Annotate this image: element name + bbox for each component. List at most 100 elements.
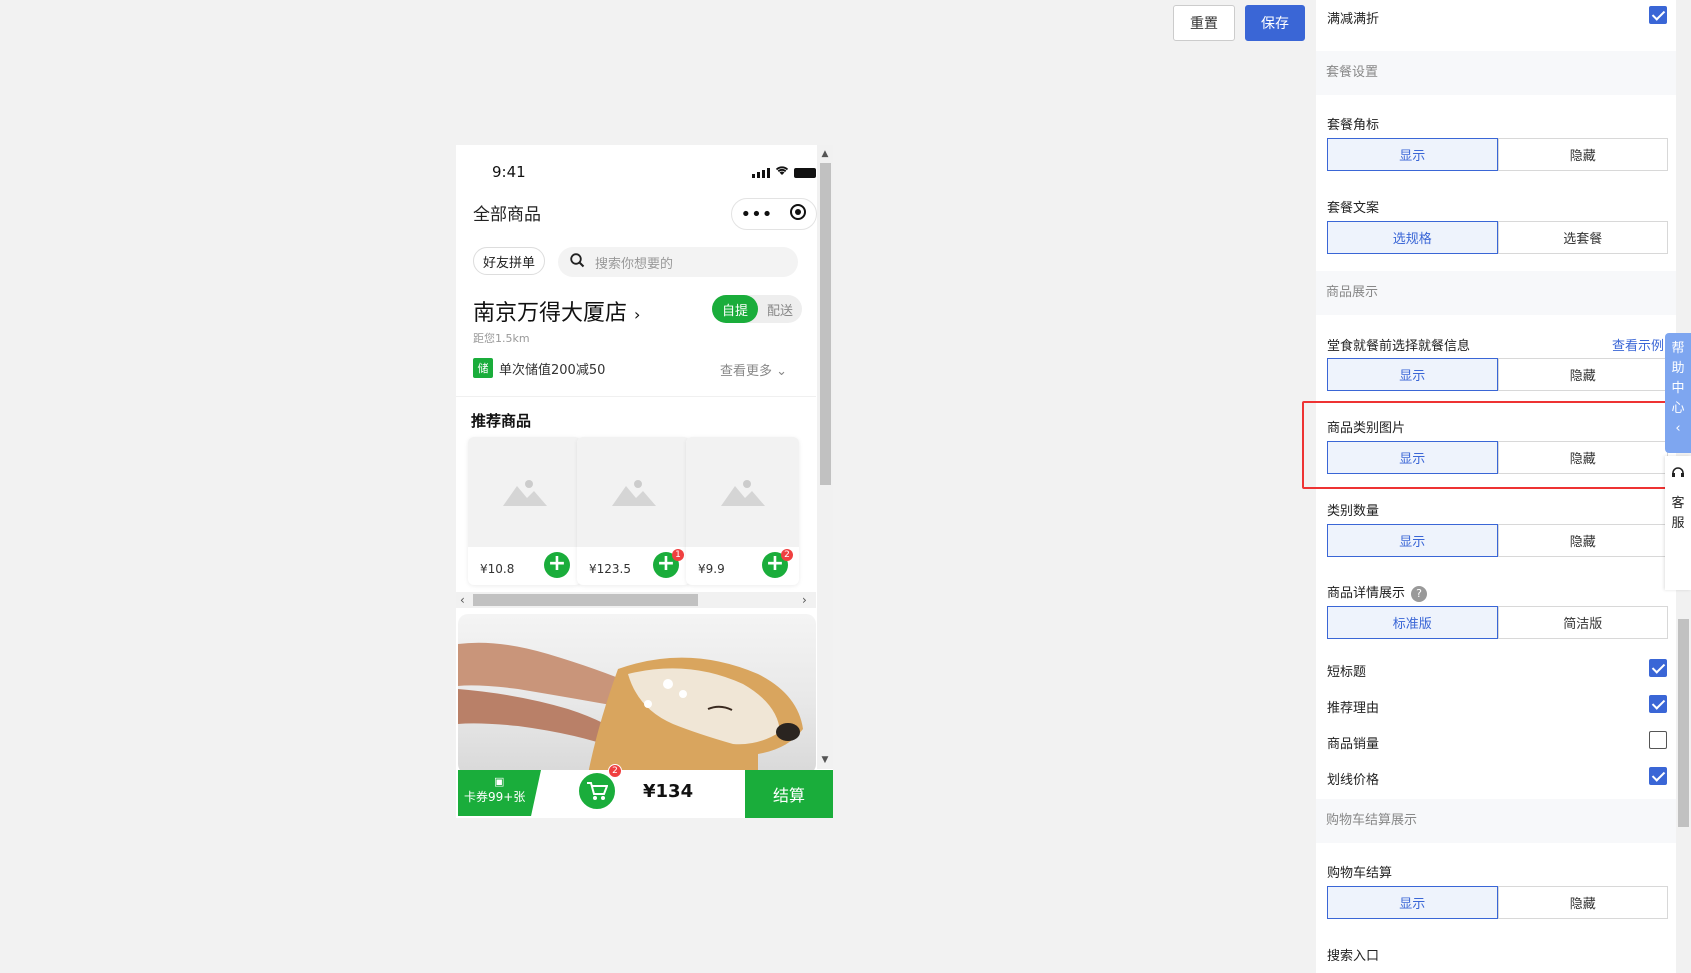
strike-price-checkbox[interactable] [1649, 767, 1667, 785]
scrollbar-thumb[interactable] [1678, 619, 1689, 827]
full-reduction-checkbox[interactable] [1649, 6, 1667, 24]
reason-checkbox[interactable] [1649, 695, 1667, 713]
sales-label: 商品销量 [1327, 737, 1380, 752]
image-placeholder-icon [468, 437, 581, 547]
category-count-segment[interactable]: 显示 隐藏 [1327, 524, 1668, 557]
divider [456, 396, 816, 397]
scroll-down-icon[interactable]: ▼ [817, 753, 833, 767]
dine-info-segment[interactable]: 显示 隐藏 [1327, 358, 1668, 391]
option-hide[interactable]: 隐藏 [1497, 524, 1668, 557]
image-placeholder-icon [686, 437, 799, 547]
total-price: ¥134 [643, 781, 694, 802]
coupon-text: 卡券99+张 [464, 790, 526, 804]
short-title-checkbox[interactable] [1649, 659, 1667, 677]
category-count-label: 类别数量 [1327, 504, 1380, 519]
promo-row: 储 单次储值200减50 [473, 358, 605, 378]
product-price: ¥10.8 [480, 562, 515, 576]
help-center-tab[interactable]: 帮助中心 ‹ [1665, 333, 1691, 453]
cart-bar: ▣ 卡券99+张 2 ¥134 结算 [458, 764, 833, 818]
signal-icon [752, 167, 770, 178]
image-placeholder-icon [577, 437, 690, 547]
reset-button[interactable]: 重置 [1173, 5, 1235, 41]
option-simple[interactable]: 简洁版 [1497, 606, 1668, 639]
scroll-left-icon[interactable]: ‹ [460, 592, 465, 608]
combo-badge-segment[interactable]: 显示 隐藏 [1327, 138, 1668, 171]
product-card[interactable]: ¥123.5 + 1 [577, 437, 690, 585]
add-to-cart-icon[interactable]: + [544, 552, 570, 578]
section-combo: 套餐设置 [1316, 51, 1676, 95]
delivery-toggle[interactable]: 自提 配送 [712, 295, 802, 323]
save-button[interactable]: 保存 [1245, 5, 1305, 41]
page-title: 全部商品 [473, 205, 541, 225]
more-icon[interactable]: ••• [741, 204, 773, 225]
sales-checkbox[interactable] [1649, 731, 1667, 749]
option-select-combo[interactable]: 选套餐 [1497, 221, 1668, 254]
toggle-pickup[interactable]: 自提 [712, 295, 758, 323]
view-more-link[interactable]: 查看更多 ⌄ [720, 360, 787, 379]
combo-badge-label: 套餐角标 [1327, 118, 1380, 133]
search-icon [570, 252, 585, 272]
product-card[interactable]: ¥10.8 + [468, 437, 581, 585]
option-show[interactable]: 显示 [1327, 138, 1498, 171]
dine-info-label: 堂食就餐前选择就餐信息 [1327, 339, 1471, 354]
coupon-entry[interactable]: ▣ 卡券99+张 [458, 770, 541, 816]
section-cart: 购物车结算展示 [1316, 799, 1676, 843]
option-standard[interactable]: 标准版 [1327, 606, 1498, 639]
strike-price-label: 划线价格 [1327, 773, 1380, 788]
service-text: 客服 [1671, 496, 1685, 531]
option-hide[interactable]: 隐藏 [1497, 358, 1668, 391]
recommend-title: 推荐商品 [471, 412, 532, 430]
friend-group-button[interactable]: 好友拼单 [473, 247, 545, 275]
product-card[interactable]: ¥9.9 + 2 [686, 437, 799, 585]
section-display: 商品展示 [1316, 271, 1676, 315]
highlight-box [1302, 401, 1687, 489]
scroll-up-icon[interactable]: ▲ [817, 147, 833, 161]
view-example-link[interactable]: 查看示例 [1612, 335, 1664, 354]
customer-service-tab[interactable]: 客服 [1665, 456, 1691, 590]
search-placeholder: 搜索你想要的 [595, 256, 674, 272]
cart-checkout-segment[interactable]: 显示 隐藏 [1327, 886, 1668, 919]
search-input[interactable]: 搜索你想要的 [558, 247, 798, 277]
status-time: 9:41 [492, 163, 526, 181]
ticket-icon: ▣ [494, 775, 505, 788]
scrollbar-thumb[interactable] [473, 594, 698, 606]
checkout-button[interactable]: 结算 [745, 770, 833, 818]
mini-program-capsule[interactable]: ••• [731, 198, 817, 230]
wifi-icon [775, 165, 789, 180]
promo-text: 单次储值200减50 [499, 362, 606, 378]
toggle-delivery[interactable]: 配送 [758, 300, 802, 319]
short-title-label: 短标题 [1327, 665, 1367, 680]
battery-icon [794, 167, 816, 178]
close-target-icon[interactable] [789, 203, 807, 226]
chevron-down-icon: ⌄ [776, 364, 788, 379]
product-price: ¥9.9 [698, 562, 725, 576]
full-reduction-label: 满减满折 [1327, 12, 1380, 27]
option-select-spec[interactable]: 选规格 [1327, 221, 1498, 254]
banner-image[interactable] [458, 614, 816, 774]
view-more-text: 查看更多 [720, 364, 773, 379]
option-show[interactable]: 显示 [1327, 524, 1498, 557]
help-center-text: 帮助中心 [1671, 341, 1685, 416]
option-show[interactable]: 显示 [1327, 886, 1498, 919]
phone-preview: 9:41 全部商品 ••• 好友拼单 搜索你想要的 南京万得大厦店 › 自提 配… [456, 145, 833, 818]
scrollbar-thumb[interactable] [820, 163, 831, 485]
combo-text-segment[interactable]: 选规格 选套餐 [1327, 221, 1668, 254]
promo-tag: 储 [473, 358, 493, 378]
store-name-text: 南京万得大厦店 [473, 301, 628, 326]
combo-text-label: 套餐文案 [1327, 201, 1380, 216]
scroll-right-icon[interactable]: › [802, 592, 807, 608]
horizontal-scrollbar[interactable]: ‹ › [456, 592, 816, 608]
option-show[interactable]: 显示 [1327, 358, 1498, 391]
headset-icon [1671, 466, 1685, 487]
search-entry-label: 搜索入口 [1327, 949, 1380, 964]
quantity-badge: 2 [781, 549, 793, 561]
detail-display-text: 商品详情展示 [1327, 586, 1406, 601]
option-hide[interactable]: 隐藏 [1497, 138, 1668, 171]
store-name[interactable]: 南京万得大厦店 › [473, 295, 640, 327]
vertical-scrollbar[interactable]: ▲ ▼ [817, 145, 833, 769]
chevron-left-icon: ‹ [1675, 421, 1681, 436]
help-icon[interactable]: ? [1411, 585, 1428, 602]
detail-display-segment[interactable]: 标准版 简洁版 [1327, 606, 1668, 639]
detail-display-label: 商品详情展示? [1327, 582, 1428, 602]
option-hide[interactable]: 隐藏 [1497, 886, 1668, 919]
